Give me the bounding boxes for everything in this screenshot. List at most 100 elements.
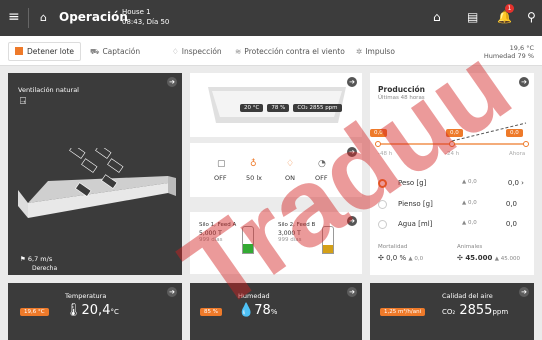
silo-1-info: Silo 1, Feed A 5,000 T 999 días — [199, 222, 239, 245]
exit-icon: ⍈ — [20, 96, 26, 107]
radio-feed[interactable] — [378, 200, 387, 209]
humidity-card[interactable]: ➔ Humedad 85 % 💧78% — [190, 283, 362, 340]
temperature-number: 20,4 — [81, 303, 111, 318]
inspection-label: Inspección — [181, 47, 222, 56]
outdoor-temp: 19,6 °C — [509, 44, 534, 52]
radio-weight[interactable] — [378, 179, 387, 188]
silo-2-info: Silo 2, Feed B 3,000 T 999 días — [278, 222, 318, 245]
tick-mid: -24 h — [445, 151, 460, 157]
flame-icon: ♢ — [286, 159, 295, 169]
radio-water[interactable] — [378, 220, 387, 229]
animals-label: Animales — [457, 244, 483, 250]
wind-icon: ≋ — [235, 47, 242, 56]
row-weight-value: 0,0 › — [507, 179, 524, 187]
humidity-tag: 85 % — [200, 308, 222, 316]
arrow-icon[interactable]: ➔ — [519, 77, 529, 87]
house-name: House 1 — [122, 8, 151, 16]
ventilation-card[interactable]: Ventilación natural ⍈ ➔ ⚑ 6,7 m/s Derech… — [8, 73, 182, 275]
light-icon: ♁ — [250, 159, 257, 169]
row-weight-label: Peso [g] — [398, 179, 427, 187]
mortality-label: Mortalidad — [378, 244, 408, 250]
arrow-icon[interactable]: ➔ — [347, 287, 357, 297]
humidity-unit: % — [270, 308, 278, 316]
truck-icon: ⛟ — [90, 47, 100, 56]
chart-label-now: 0,0 — [506, 129, 523, 137]
animals-delta: ▲ 45.000 — [494, 256, 520, 262]
document-icon[interactable]: ▤ — [467, 10, 478, 24]
stop-batch-button[interactable]: Detener lote — [8, 42, 82, 61]
mortality-value[interactable]: ✣ 0,0 % ▲ 0,0 — [378, 254, 423, 262]
silo-1-name: Silo 1, Feed A — [199, 222, 237, 228]
silo-1-amount: 5,000 T — [199, 229, 222, 237]
row-water-value: 0,0 — [505, 220, 517, 228]
arrow-icon[interactable]: ➔ — [519, 287, 529, 297]
animals-number: 45.000 — [465, 254, 493, 262]
outdoor-climate: 19,6 °C Humedad 79 % — [484, 44, 534, 60]
arrow-icon[interactable]: ➔ — [167, 77, 177, 87]
stop-icon — [15, 47, 23, 55]
house-time: 08:43, Día 50 — [122, 18, 170, 26]
bulb-icon: ♢ — [172, 47, 179, 56]
arrow-icon[interactable]: ➔ — [347, 147, 357, 157]
air-quality-unit: ppm — [492, 308, 509, 316]
production-subtitle: Últimas 48 horas — [378, 95, 425, 101]
catch-button[interactable]: ⛟ Captación — [90, 47, 140, 57]
device-1-state: OFF — [214, 174, 227, 182]
row-feed-delta: ▲ 0,0 — [462, 200, 477, 206]
search-icon[interactable]: ⚲ — [527, 10, 536, 24]
house-temp: 20 °C — [240, 104, 264, 112]
devices-card[interactable]: ➔ ▢ ♁ ♢ ◔ OFF 50 lx ON OFF — [190, 143, 362, 197]
row-water-delta: ▲ 0,0 — [462, 220, 477, 226]
row-water-label: Agua [ml] — [398, 220, 433, 228]
arrow-icon[interactable]: ➔ — [347, 216, 357, 226]
house-stats: 20 °C 78 % CO₂ 2855 ppm — [240, 104, 342, 112]
divider — [28, 8, 29, 28]
humidity-title: Humedad — [238, 292, 270, 300]
row-feed-label: Pienso [g] — [398, 200, 433, 208]
silo-2-days: 999 días — [278, 237, 302, 243]
wind-value: 6,7 m/s — [27, 255, 53, 263]
air-quality-card[interactable]: ➔ Calidad del aire 1,25 m³/h/ani CO₂ 285… — [370, 283, 534, 340]
air-quality-tag: 1,25 m³/h/ani — [380, 308, 426, 316]
tick-start: -48 h — [378, 151, 393, 157]
device-2-state: 50 lx — [246, 174, 262, 182]
wind-protection-button[interactable]: ≋ Protección contra el viento — [235, 47, 345, 56]
outdoor-humidity: Humedad 79 % — [483, 52, 534, 60]
stop-label: Detener lote — [27, 47, 75, 56]
row-feed-value: 0,0 — [505, 200, 517, 208]
house-info[interactable]: House 1 08:43, Día 50 — [122, 7, 169, 27]
menu-icon[interactable]: ≡ — [8, 10, 20, 24]
temperature-unit: °C — [110, 308, 119, 316]
house-card[interactable]: ➔ 20 °C 78 % CO₂ 2855 ppm — [190, 73, 362, 137]
house-humidity: 78 % — [267, 104, 290, 112]
arrow-icon[interactable]: ➔ — [167, 287, 177, 297]
notification-badge: 1 — [505, 4, 514, 13]
inspection-button[interactable]: ♢ Inspección — [172, 47, 222, 56]
wind-protection-label: Protección contra el viento — [244, 47, 345, 56]
silo-1-days: 999 días — [199, 237, 223, 243]
boost-button[interactable]: ✲ Impulso — [356, 47, 395, 56]
wind-speed: ⚑ 6,7 m/s — [20, 255, 53, 263]
mortality-number: 0,0 % — [386, 254, 407, 262]
co2-prefix: CO₂ — [442, 308, 456, 316]
chart-label-start: 0,0 — [370, 129, 387, 137]
humidity-value: 💧78% — [238, 303, 278, 318]
production-title: Producción — [378, 85, 426, 94]
home-tab-icon[interactable]: ⌂ — [433, 10, 441, 24]
ventilation-diagram — [18, 148, 176, 218]
silo-1-gauge — [242, 226, 254, 254]
device-4-state: OFF — [315, 174, 328, 182]
silos-card[interactable]: ➔ Silo 1, Feed A 5,000 T 999 días Silo 2… — [190, 212, 362, 274]
temperature-card[interactable]: ➔ Temperatura 19,6 °C 🌡20,4°C — [8, 283, 182, 340]
house-co2: CO₂ 2855 ppm — [293, 104, 342, 112]
air-quality-title: Calidad del aire — [442, 292, 493, 300]
silo-2-name: Silo 2, Feed B — [278, 222, 316, 228]
gauge-icon: ◔ — [318, 159, 326, 169]
animals-value[interactable]: ✣ 45.000 ▲ 45.000 — [457, 254, 520, 262]
silo-2-gauge — [322, 226, 334, 254]
tick-now: Ahora — [509, 151, 526, 157]
fan-icon: ✲ — [356, 47, 363, 56]
temperature-tag: 19,6 °C — [20, 308, 49, 316]
silo-2-amount: 3,000 T — [278, 229, 301, 237]
top-bar: ≡ ⌂ Operación House 1 08:43, Día 50 ⌂ ▤ … — [0, 0, 542, 36]
